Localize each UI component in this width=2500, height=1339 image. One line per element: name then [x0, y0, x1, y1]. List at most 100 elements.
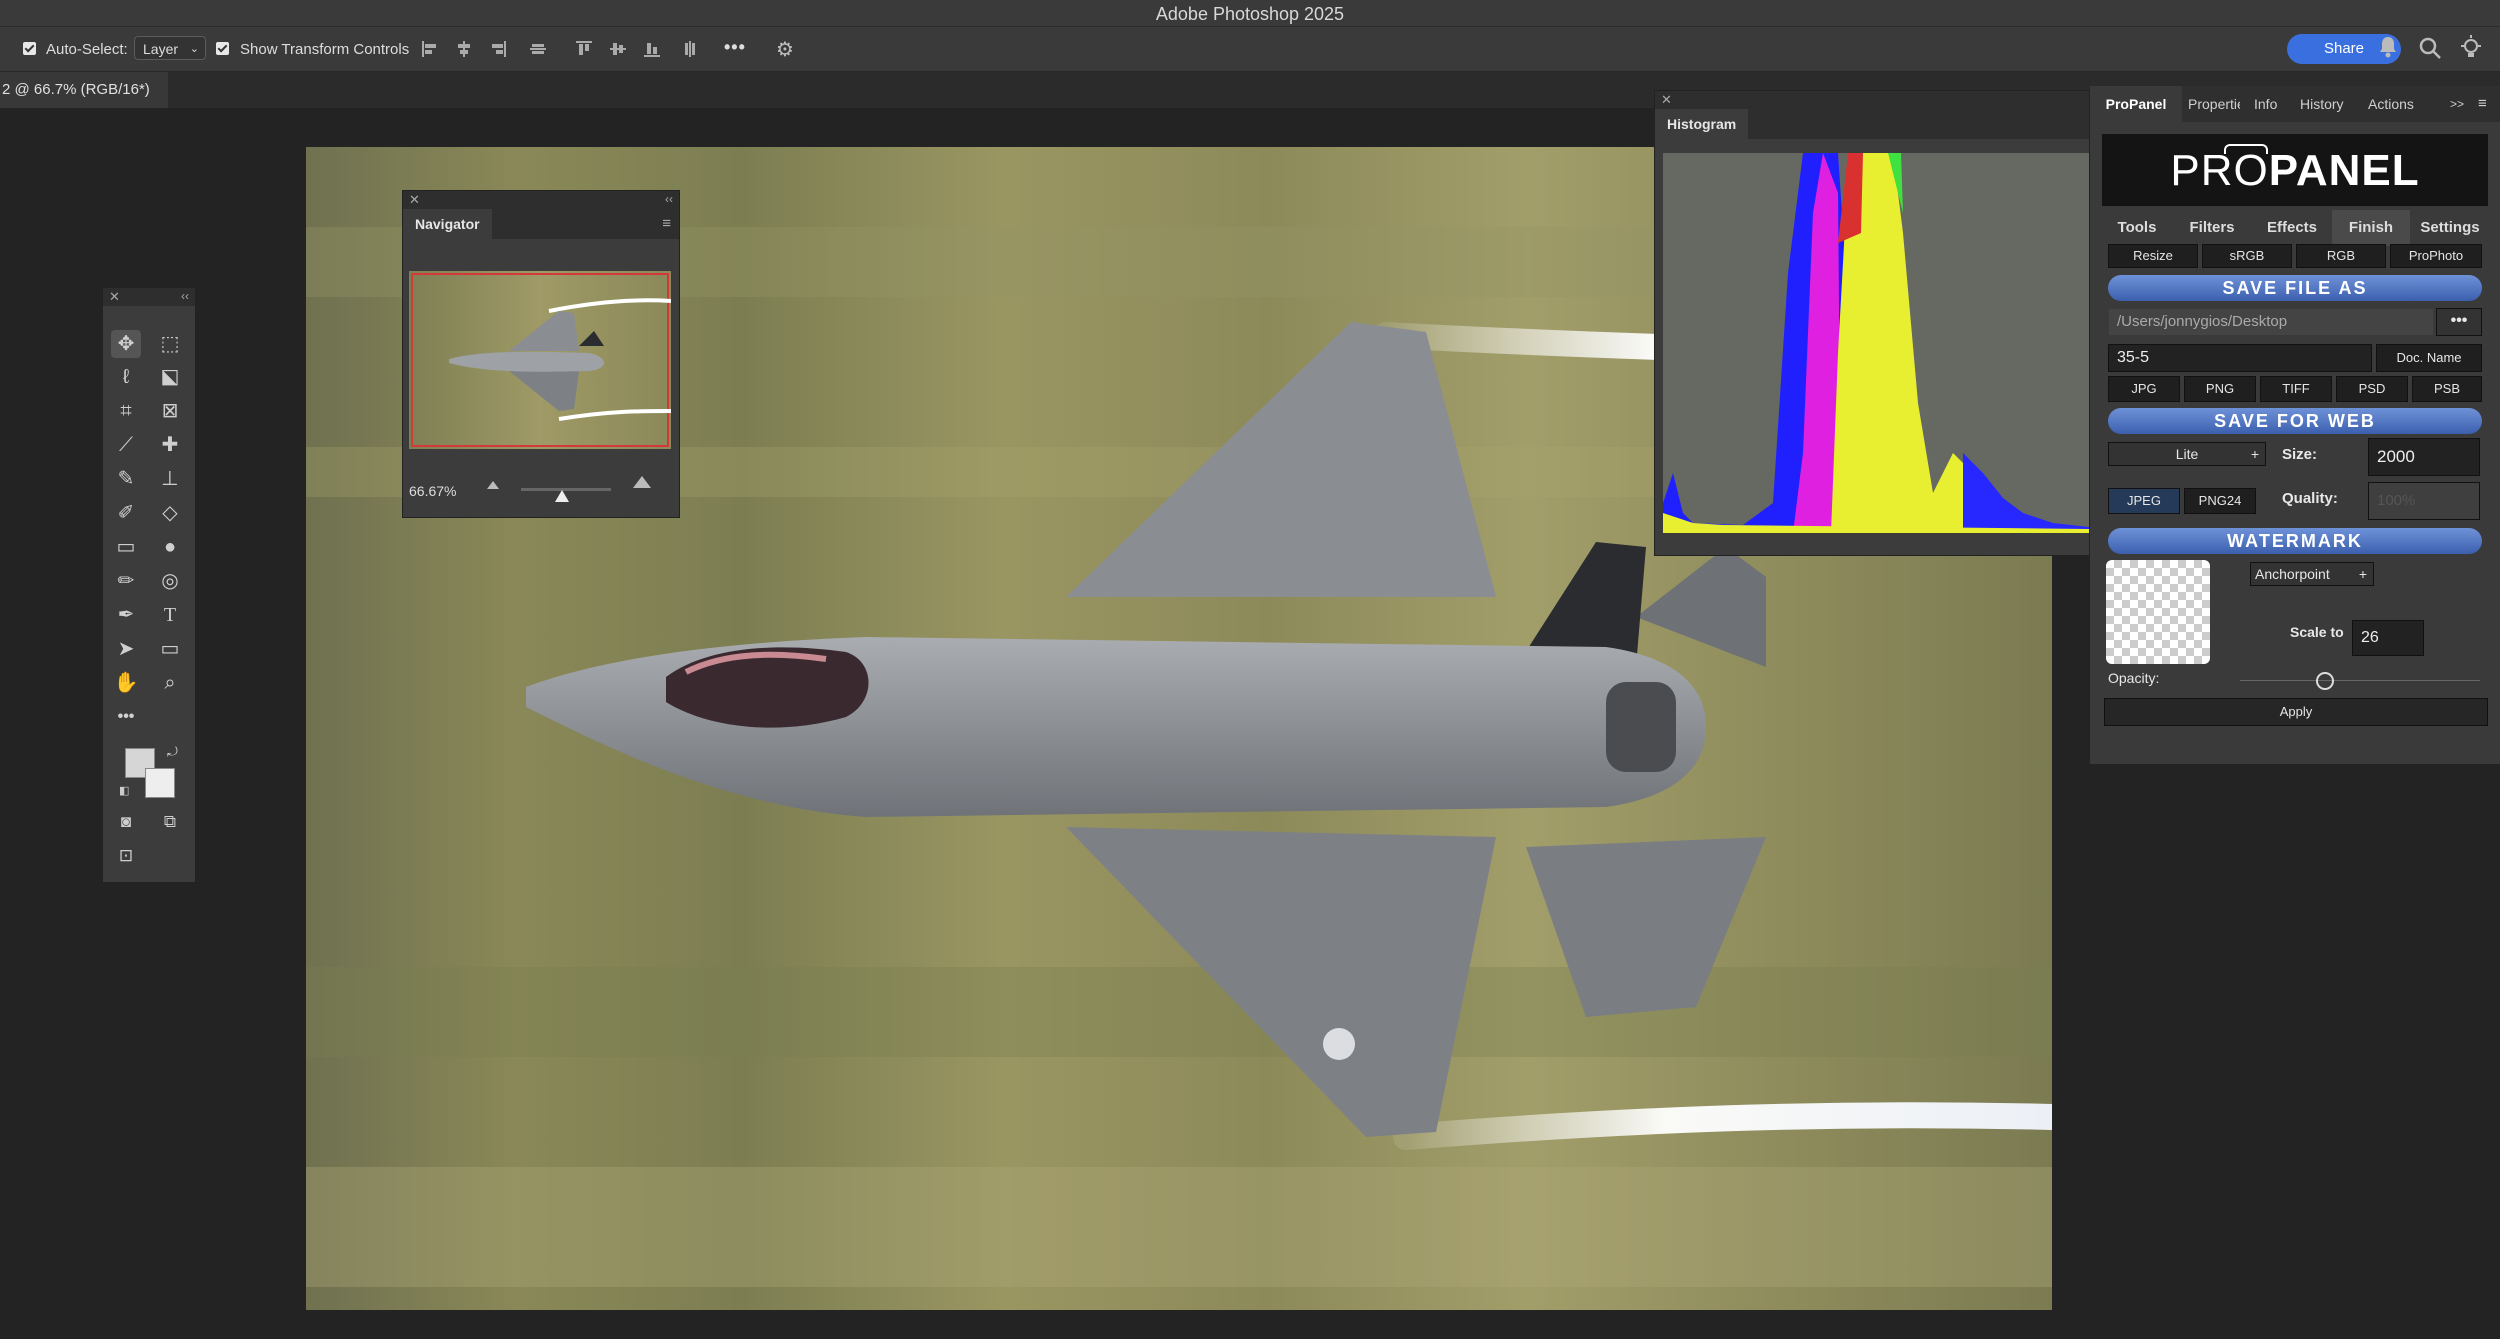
tiff-button[interactable]: TIFF [2260, 376, 2332, 402]
dodge-tool-icon[interactable]: ✏ [111, 567, 141, 595]
zoom-out-icon[interactable] [487, 481, 499, 489]
watermark-button[interactable]: WATERMARK [2108, 528, 2482, 554]
type-tool-icon[interactable]: T [155, 601, 185, 629]
quick-mask-icon[interactable]: ◙ [111, 808, 141, 836]
tab-actions[interactable]: Actions [2368, 86, 2414, 122]
blur-tool-icon[interactable]: ● [155, 533, 185, 561]
subtab-tools[interactable]: Tools [2102, 210, 2172, 246]
bell-icon[interactable] [2377, 34, 2399, 62]
scale-field[interactable]: 26 [2352, 620, 2424, 656]
close-icon[interactable]: ✕ [1661, 92, 1672, 108]
rgb-button[interactable]: RGB [2296, 244, 2386, 268]
filename-field[interactable]: 35-5 [2108, 344, 2372, 372]
panel-menu-icon[interactable]: ≡ [662, 215, 671, 232]
collapse-icon[interactable]: ‹‹ [181, 289, 189, 303]
path-select-tool-icon[interactable]: ➤ [111, 635, 141, 663]
eyedropper-tool-icon[interactable]: ⟋ [111, 431, 141, 459]
save-for-web-button[interactable]: SAVE FOR WEB [2108, 408, 2482, 434]
save-file-as-button[interactable]: SAVE FILE AS [2108, 275, 2482, 301]
lasso-tool-icon[interactable]: ℓ [111, 363, 141, 391]
web-preset-dropdown[interactable]: Lite + [2108, 442, 2266, 466]
rectangle-tool-icon[interactable]: ▭ [155, 635, 185, 663]
marquee-tool-icon[interactable]: ⬚ [155, 330, 185, 358]
align-left-icon[interactable] [422, 41, 438, 57]
background-color-swatch[interactable] [145, 768, 175, 798]
stamp-tool-icon[interactable]: ⊥ [155, 465, 185, 493]
tab-properties[interactable]: Propertie [2182, 86, 2240, 122]
subtab-filters[interactable]: Filters [2172, 210, 2252, 246]
distribute-horizontal-icon[interactable] [530, 41, 546, 57]
subtab-settings[interactable]: Settings [2410, 210, 2490, 246]
gear-icon[interactable]: ⚙ [776, 37, 794, 62]
more-options-button[interactable]: ••• [724, 37, 746, 58]
histogram-panel: ✕ Histogram [1654, 90, 2090, 556]
crop-tool-icon[interactable]: ⌗ [111, 397, 141, 425]
generative-fill-icon[interactable]: ⊡ [111, 842, 141, 870]
sponge-tool-icon[interactable]: ◎ [155, 567, 185, 595]
subtab-effects[interactable]: Effects [2252, 210, 2332, 246]
size-field[interactable]: 2000 [2368, 438, 2480, 476]
anchorpoint-dropdown[interactable]: Anchorpoint + [2250, 562, 2374, 586]
document-tab[interactable]: 2 @ 66.7% (RGB/16*) [0, 72, 168, 108]
object-select-tool-icon[interactable]: ⬕ [155, 363, 185, 391]
collapse-icon[interactable]: ‹‹ [665, 192, 673, 206]
save-path-field[interactable]: /Users/jonnygios/Desktop [2108, 308, 2434, 336]
lightbulb-icon[interactable] [2459, 34, 2483, 62]
move-tool-icon[interactable]: ✥ [111, 330, 141, 358]
pen-tool-icon[interactable]: ✒ [111, 601, 141, 629]
align-center-icon[interactable] [456, 41, 472, 57]
auto-select-dropdown[interactable]: Layer ⌄ [134, 36, 206, 60]
edit-toolbar-button[interactable]: ••• [111, 703, 141, 731]
close-icon[interactable]: ✕ [409, 192, 420, 208]
swap-colors-icon[interactable]: ⤾ [167, 744, 178, 760]
psd-button[interactable]: PSD [2336, 376, 2408, 402]
show-transform-checkbox[interactable] [216, 42, 229, 55]
zoom-tool-icon[interactable]: ⌕ [155, 669, 185, 697]
navigator-zoom-value[interactable]: 66.67% [409, 483, 456, 499]
srgb-button[interactable]: sRGB [2202, 244, 2292, 268]
opacity-slider-track[interactable] [2240, 680, 2480, 681]
search-icon[interactable] [2418, 36, 2442, 60]
propanel-tab-bar: ProPanel Propertie Info History Actions … [2090, 86, 2500, 122]
healing-brush-tool-icon[interactable]: ✚ [155, 431, 185, 459]
tab-propanel[interactable]: ProPanel [2090, 86, 2182, 122]
panel-menu-icon[interactable]: ≡ [2478, 86, 2487, 122]
png-button[interactable]: PNG [2184, 376, 2256, 402]
history-brush-tool-icon[interactable]: ✐ [111, 499, 141, 527]
tab-histogram[interactable]: Histogram [1655, 109, 1749, 139]
subtab-finish[interactable]: Finish [2332, 210, 2410, 246]
jpg-button[interactable]: JPG [2108, 376, 2180, 402]
zoom-in-icon[interactable] [633, 476, 651, 488]
apply-button[interactable]: Apply [2104, 698, 2488, 726]
navigator-thumbnail[interactable] [409, 271, 671, 449]
opacity-slider-thumb[interactable] [2316, 672, 2334, 690]
doc-name-button[interactable]: Doc. Name [2376, 344, 2482, 372]
default-colors-icon[interactable]: ◧ [119, 784, 129, 797]
screen-mode-icon[interactable]: ⧉ [155, 808, 185, 836]
auto-select-checkbox[interactable] [23, 42, 36, 55]
hand-tool-icon[interactable]: ✋ [111, 669, 141, 697]
align-right-icon[interactable] [490, 41, 506, 57]
distribute-vertical-icon[interactable] [682, 41, 698, 57]
align-middle-icon[interactable] [610, 41, 626, 57]
eraser-tool-icon[interactable]: ◇ [155, 499, 185, 527]
resize-button[interactable]: Resize [2108, 244, 2198, 268]
zoom-slider-thumb[interactable] [555, 490, 569, 502]
watermark-preview[interactable] [2106, 560, 2210, 664]
align-top-icon[interactable] [576, 41, 592, 57]
png24-button[interactable]: PNG24 [2184, 488, 2256, 514]
align-bottom-icon[interactable] [644, 41, 660, 57]
psb-button[interactable]: PSB [2412, 376, 2482, 402]
close-icon[interactable]: ✕ [109, 289, 120, 305]
tab-history[interactable]: History [2300, 86, 2344, 122]
expand-icon[interactable]: >> [2450, 86, 2464, 122]
tab-info[interactable]: Info [2254, 86, 2277, 122]
prophoto-button[interactable]: ProPhoto [2390, 244, 2482, 268]
gradient-tool-icon[interactable]: ▭ [111, 533, 141, 561]
quality-field[interactable]: 100% [2368, 482, 2480, 520]
frame-tool-icon[interactable]: ⊠ [155, 397, 185, 425]
browse-path-button[interactable]: ••• [2436, 308, 2482, 336]
jpeg-button[interactable]: JPEG [2108, 488, 2180, 514]
brush-tool-icon[interactable]: ✎ [111, 465, 141, 493]
tab-navigator[interactable]: Navigator [403, 209, 492, 239]
